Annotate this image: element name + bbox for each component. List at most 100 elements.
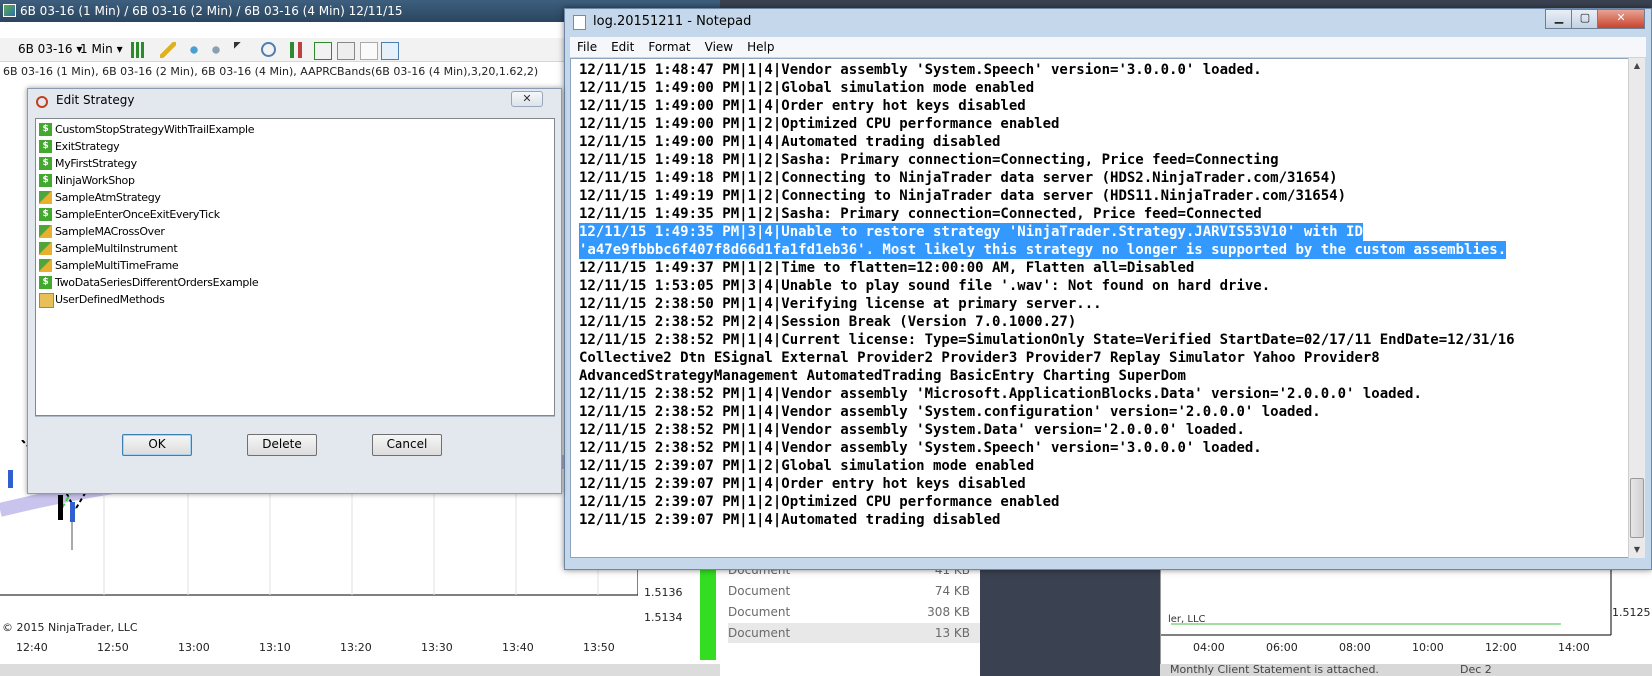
file-size: 74 KB [934, 584, 970, 598]
log-line: 12/11/15 1:49:35 PM|1|2|Sasha: Primary c… [579, 206, 1262, 222]
strategy-list-item[interactable]: SampleMultiTimeFrame [39, 257, 554, 274]
strategy-list-item[interactable]: $ MyFirstStrategy [39, 155, 554, 172]
x-axis-label: 13:10 [259, 641, 291, 654]
candle [8, 470, 13, 488]
dialog-title: Edit Strategy [56, 93, 135, 107]
cancel-button[interactable]: Cancel [372, 434, 442, 456]
strategy-name: UserDefinedMethods [55, 293, 165, 306]
strategy-name: CustomStopStrategyWithTrailExample [55, 123, 255, 136]
draw-pencil-icon[interactable] [160, 42, 176, 58]
log-line: 12/11/15 2:38:52 PM|1|4|Current license:… [579, 332, 1515, 348]
x-axis-label: 12:40 [16, 641, 48, 654]
strategy-list-item[interactable]: SampleMultiInstrument [39, 240, 554, 257]
close-button[interactable]: ✕ [1597, 9, 1645, 29]
secondary-x-label: 04:00 [1193, 641, 1225, 654]
menu-view[interactable]: View [698, 37, 740, 57]
notepad-titlebar[interactable]: log.20151211 - Notepad ▁ ▢ ✕ [565, 9, 1651, 35]
scroll-down-arrow-icon[interactable]: ▼ [1629, 542, 1645, 558]
close-icon[interactable]: ✕ [511, 91, 543, 107]
secondary-x-label: 12:00 [1485, 641, 1517, 654]
price-label: 1.5136 [644, 586, 683, 599]
ok-button[interactable]: OK [122, 434, 192, 456]
maximize-button[interactable]: ▢ [1571, 9, 1599, 29]
strategy-name: SampleMACrossOver [55, 225, 165, 238]
strategy-list-item[interactable]: $ TwoDataSeriesDifferentOrdersExample [39, 274, 554, 291]
strategy-toolbar-icon[interactable] [208, 42, 224, 58]
strategy-list-item[interactable]: $ ExitStrategy [39, 138, 554, 155]
log-line: 12/11/15 1:49:00 PM|1|2|Optimized CPU pe… [579, 116, 1060, 132]
strategy-list-item[interactable]: $ NinjaWorkShop [39, 172, 554, 189]
strategy-list[interactable]: $ CustomStopStrategyWithTrailExample $ Exit… [35, 118, 555, 416]
log-line: 12/11/15 2:39:07 PM|1|2|Global simulatio… [579, 458, 1035, 474]
strategy-list-item[interactable]: $ CustomStopStrategyWithTrailExample [39, 121, 554, 138]
zoom-icon[interactable] [261, 42, 276, 57]
file-type: Document [728, 626, 791, 640]
menu-file[interactable]: File [570, 37, 604, 57]
notepad-icon [573, 15, 586, 30]
indicator-icon[interactable] [186, 42, 202, 58]
chart-bottom-strip [0, 664, 720, 676]
x-axis-label: 13:50 [583, 641, 615, 654]
log-line: 12/11/15 1:49:19 PM|1|2|Connecting to Ni… [579, 188, 1347, 204]
secondary-price-label: 1.5125 [1612, 606, 1651, 619]
scroll-up-arrow-icon[interactable]: ▲ [1629, 58, 1645, 74]
window-linking-icon[interactable] [381, 42, 399, 60]
vertical-scrollbar[interactable]: ▲ ▼ [1628, 58, 1645, 558]
x-axis-label: 12:50 [97, 641, 129, 654]
notepad-title: log.20151211 - Notepad [593, 14, 752, 29]
strategy-icon: $ [39, 123, 52, 136]
strategy-list-item[interactable]: UserDefinedMethods [39, 291, 554, 308]
ninjatrader-icon [36, 96, 48, 108]
file-type: Document [728, 584, 791, 598]
strategy-name: SampleMultiInstrument [55, 242, 178, 255]
log-line: 12/11/15 2:39:07 PM|1|2|Optimized CPU pe… [579, 494, 1060, 510]
file-row[interactable]: Document 308 KB [728, 602, 980, 622]
menu-format[interactable]: Format [641, 37, 697, 57]
email-preview-date: Dec 2 [1460, 663, 1492, 676]
folder-icon [39, 293, 54, 308]
menu-edit[interactable]: Edit [604, 37, 641, 57]
scroll-thumb[interactable] [1630, 478, 1644, 538]
x-axis-label: 13:40 [502, 641, 534, 654]
strategy-list-item[interactable]: $ SampleEnterOnceExitEveryTick [39, 206, 554, 223]
atm-strategy-icon [39, 191, 52, 204]
templates-icon[interactable] [360, 42, 378, 60]
instrument-dropdown[interactable]: 6B 03-16 ▾ [18, 41, 82, 58]
data-box-icon[interactable] [314, 42, 332, 60]
atm-strategy-icon [39, 259, 52, 272]
strategy-icon: $ [39, 140, 52, 153]
file-size: 13 KB [934, 626, 970, 640]
edit-strategy-dialog: Edit Strategy ✕ $ CustomStopStrategyWithT… [27, 88, 562, 494]
strategy-list-item[interactable]: SampleMACrossOver [39, 223, 554, 240]
x-axis-label: 13:00 [178, 641, 210, 654]
x-axis-label: 13:30 [421, 641, 453, 654]
delete-button[interactable]: Delete [247, 434, 317, 456]
file-row[interactable]: Document 74 KB [728, 581, 980, 601]
strategy-icon: $ [39, 208, 52, 221]
email-preview-strip[interactable]: Monthly Client Statement is attached. Dec… [1160, 664, 1652, 676]
menu-help[interactable]: Help [740, 37, 781, 57]
strategy-icon: $ [39, 174, 52, 187]
bar-type-icon[interactable] [290, 42, 306, 58]
secondary-chart[interactable] [1160, 560, 1652, 676]
strategy-name: SampleEnterOnceExitEveryTick [55, 208, 220, 221]
strategy-list-item[interactable]: SampleAtmStrategy [39, 189, 554, 206]
strategy-name: SampleAtmStrategy [55, 191, 161, 204]
interval-dropdown[interactable]: 1 Min ▾ [80, 41, 123, 58]
notepad-text-area[interactable]: 12/11/15 1:48:47 PM|1|4|Vendor assembly … [570, 58, 1633, 558]
pointer-icon[interactable] [234, 42, 250, 58]
log-line: 12/11/15 2:38:52 PM|2|4|Session Break (V… [579, 314, 1077, 330]
price-label: 1.5134 [644, 611, 683, 624]
minimize-button[interactable]: ▁ [1545, 9, 1573, 29]
candle [70, 502, 75, 522]
properties-icon[interactable] [337, 42, 355, 60]
atm-strategy-icon [39, 242, 52, 255]
divider [35, 416, 555, 417]
log-line: 12/11/15 1:48:47 PM|1|4|Vendor assembly … [579, 62, 1262, 78]
log-line: 12/11/15 2:38:52 PM|1|4|Vendor assembly … [579, 386, 1422, 402]
secondary-x-label: 14:00 [1558, 641, 1590, 654]
file-explorer-list: Document 41 KB Document 74 KB Document 308 … [720, 560, 980, 676]
file-row[interactable]: Document 13 KB [728, 623, 980, 643]
strategy-name: ExitStrategy [55, 140, 120, 153]
chart-style-icon[interactable] [131, 42, 147, 58]
